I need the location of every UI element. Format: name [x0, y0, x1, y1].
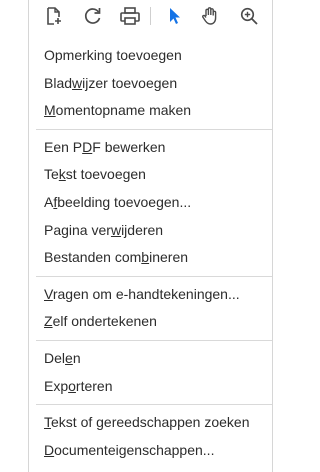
mnemonic: o [68, 377, 76, 394]
label-after: beelding toevoegen... [57, 193, 192, 210]
mnemonic: b [141, 249, 150, 266]
mnemonic: D [44, 441, 55, 458]
label-before: Opmerking toevoegen [44, 47, 182, 63]
label-before: Del [44, 349, 66, 366]
menu-item-edit-pdf[interactable]: Een PDF bewerken [29, 134, 272, 162]
menu-item-delete-page[interactable]: Pagina verwijderen [29, 217, 272, 245]
menu-item-request-esignatures[interactable]: Vragen om e-handtekeningen... [29, 281, 272, 309]
label-after: st toevoegen [65, 166, 146, 183]
label-after: ekst of gereedschappen zoeken [51, 414, 250, 431]
menu-items: Opmerking toevoegen Bladwijzer toevoegen… [29, 34, 272, 464]
menu-divider [36, 275, 272, 277]
mnemonic: Z [44, 313, 53, 330]
label-before: Blad [44, 74, 73, 91]
label-before: Te [44, 166, 59, 183]
zoom-in-icon[interactable] [236, 4, 262, 28]
menu-divider [36, 128, 272, 130]
toolbar-separator [150, 7, 151, 25]
quick-toolbar [29, 0, 272, 34]
menu-item-combine-files[interactable]: Bestanden combineren [29, 244, 272, 272]
menu-divider [36, 339, 272, 341]
label-before: Exp [44, 377, 69, 394]
label-after: elf ondertekenen [52, 313, 157, 330]
mnemonic: e [65, 349, 73, 366]
label-after: n [72, 349, 81, 366]
menu-item-share[interactable]: Delen [29, 345, 272, 373]
label-after: ijzer toevoegen [82, 74, 178, 91]
mnemonic: w [72, 74, 83, 91]
label-after: omentopname maken [55, 102, 192, 119]
menu-item-search-tools[interactable]: Tekst of gereedschappen zoeken [29, 409, 272, 437]
menu-item-sign-yourself[interactable]: Zelf ondertekenen [29, 308, 272, 336]
hand-tool-icon[interactable] [197, 4, 223, 28]
label-before: Bestanden com [44, 249, 142, 266]
label-before: Pagina ver [44, 221, 111, 238]
label-after: ineren [149, 249, 189, 266]
menu-item-take-snapshot[interactable]: Momentopname maken [29, 97, 272, 125]
menu-item-add-comment[interactable]: Opmerking toevoegen [29, 42, 272, 70]
menu-item-add-image[interactable]: Afbeelding toevoegen... [29, 189, 272, 217]
page-setup-icon[interactable] [41, 4, 67, 28]
menu-divider [36, 404, 272, 406]
label-after: ocumenteigenschappen... [54, 441, 215, 458]
select-arrow-icon[interactable] [161, 4, 187, 28]
mnemonic: T [44, 414, 51, 431]
menu-item-add-bookmark[interactable]: Bladwijzer toevoegen [29, 70, 272, 98]
menu-item-export[interactable]: Exporteren [29, 373, 272, 401]
menu-item-add-text[interactable]: Tekst toevoegen [29, 161, 272, 189]
label-after: ijderen [121, 221, 164, 238]
mnemonic: M [44, 102, 56, 119]
mnemonic: D [82, 138, 93, 155]
label-after: rteren [75, 377, 113, 394]
label-before: Een P [44, 138, 83, 155]
refresh-icon[interactable] [80, 4, 106, 28]
menu-item-document-properties[interactable]: Documenteigenschappen... [29, 437, 272, 465]
mnemonic: w [110, 221, 122, 238]
label-after: F bewerken [92, 138, 166, 155]
mnemonic: V [44, 285, 53, 302]
label-before: A [44, 193, 54, 210]
print-icon[interactable] [117, 4, 143, 28]
mnemonic: k [58, 166, 66, 183]
context-menu: Opmerking toevoegen Bladwijzer toevoegen… [28, 0, 273, 472]
label-after: ragen om e-handtekeningen... [52, 285, 240, 302]
